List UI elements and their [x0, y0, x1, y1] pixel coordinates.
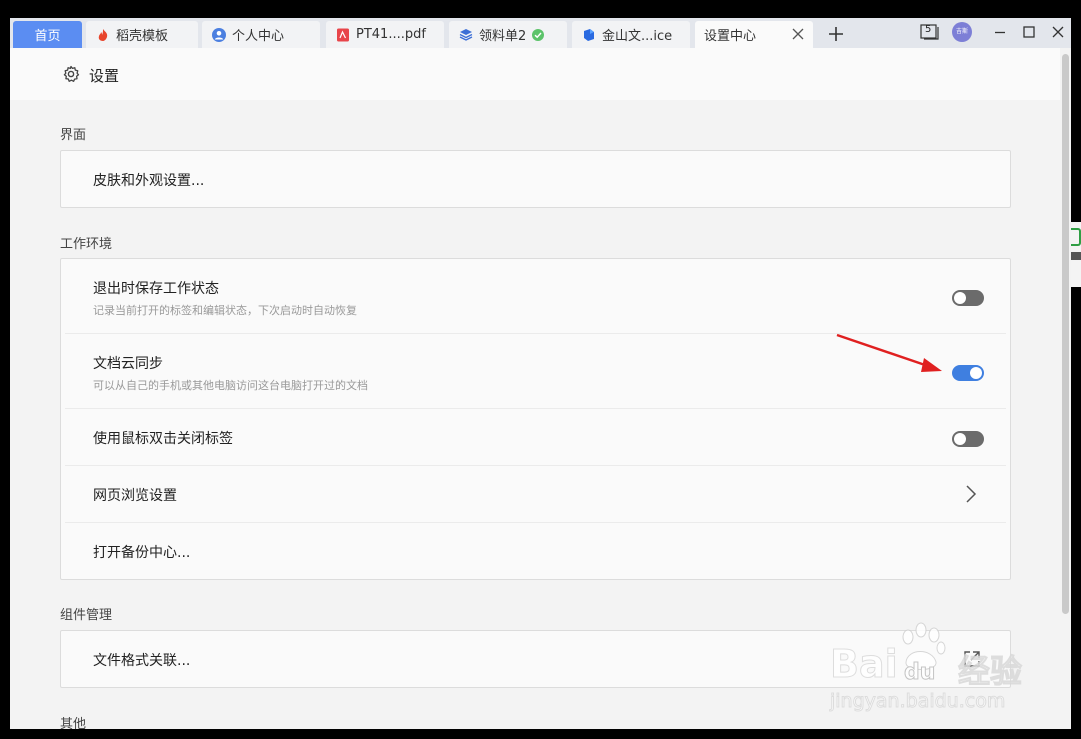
vertical-scrollbar[interactable]: [1060, 48, 1071, 729]
row-cloud-sync: 文档云同步 可以从自己的手机或其他电脑访问这台电脑打开过的文档: [61, 334, 1010, 409]
minimize-icon: [995, 31, 1005, 34]
tab-material-list[interactable]: 领料单2: [449, 21, 567, 48]
settings-header: 设置: [10, 48, 1060, 100]
user-icon: [212, 27, 226, 42]
watermark-brand-right: du: [903, 660, 936, 686]
row-label: 退出时保存工作状态: [93, 281, 219, 297]
tab-label: 设置中心: [704, 29, 757, 44]
kdocs-icon: [582, 28, 596, 42]
close-window-button[interactable]: [1048, 22, 1068, 42]
page-title: 设置: [89, 67, 120, 85]
row-label: 打开备份中心...: [93, 545, 191, 561]
section-label-other: 其他: [60, 717, 87, 732]
section-label-interface: 界面: [60, 128, 87, 143]
tab-label: 金山文...ice: [602, 29, 673, 44]
watermark-brand-cn: 经验: [957, 652, 1023, 691]
tab-pdf[interactable]: PT41....pdf: [326, 21, 444, 48]
row-label: 皮肤和外观设置...: [93, 173, 205, 189]
row-double-click-close: 使用鼠标双击关闭标签: [61, 409, 1010, 466]
avatar-text: 吉斯: [952, 22, 972, 42]
chevron-right-icon: [965, 485, 977, 503]
toggle-knob: [954, 433, 966, 445]
tab-personal-center[interactable]: 个人中心: [202, 21, 320, 48]
tab-label: 稻壳模板: [116, 29, 169, 44]
gear-icon: [62, 65, 80, 83]
maximize-icon: [1023, 26, 1035, 38]
tab-home[interactable]: 首页: [13, 21, 82, 48]
background-window-detail: [1071, 272, 1081, 282]
layers-icon: [459, 28, 473, 42]
watermark-url: jingyan.baidu.com: [829, 690, 1006, 713]
tab-home-label: 首页: [34, 29, 61, 44]
spreadsheet-icon: [1071, 228, 1081, 246]
row-description: 记录当前打开的标签和编辑状态，下次启动时自动恢复: [93, 304, 357, 317]
row-label: 网页浏览设置: [93, 488, 177, 504]
row-label: 文件格式关联...: [93, 653, 191, 669]
row-skin-appearance[interactable]: 皮肤和外观设置...: [61, 151, 1010, 207]
minimize-button[interactable]: [990, 22, 1010, 42]
tab-label: 领料单2: [479, 29, 527, 44]
card-workenv: 退出时保存工作状态 记录当前打开的标签和编辑状态，下次启动时自动恢复 文档云同步…: [60, 258, 1011, 580]
maximize-button[interactable]: [1019, 22, 1039, 42]
section-label-components: 组件管理: [60, 608, 113, 623]
row-backup-center[interactable]: 打开备份中心...: [61, 523, 1010, 579]
tab-label: PT41....pdf: [356, 27, 426, 42]
scrollbar-thumb[interactable]: [1062, 54, 1069, 614]
tab-settings-center[interactable]: 设置中心: [695, 21, 813, 48]
toggle-knob: [954, 292, 966, 304]
avatar[interactable]: 吉斯: [952, 22, 972, 42]
close-tab-icon[interactable]: [791, 27, 805, 41]
card-interface: 皮肤和外观设置...: [60, 150, 1011, 208]
baidu-jingyan-watermark: Bai du 经验 jingyan.baidu.com: [826, 620, 1026, 720]
row-label: 使用鼠标双击关闭标签: [93, 431, 233, 447]
watermark-brand-left: Bai: [830, 642, 899, 687]
close-icon: [1052, 26, 1064, 38]
toggle-save-work-state[interactable]: [952, 290, 984, 306]
toggle-knob: [970, 367, 982, 379]
background-window-detail: [1071, 252, 1081, 260]
row-web-browse-settings[interactable]: 网页浏览设置: [61, 466, 1010, 523]
row-description: 可以从自己的手机或其他电脑访问这台电脑打开过的文档: [93, 379, 368, 392]
cloud-synced-check-icon: [532, 28, 545, 41]
tab-label: 个人中心: [232, 29, 285, 44]
section-label-workenv: 工作环境: [60, 237, 113, 252]
tab-kdocs[interactable]: 金山文...ice: [572, 21, 690, 48]
tab-docer-templates[interactable]: 稻壳模板: [86, 21, 198, 48]
row-save-work-state: 退出时保存工作状态 记录当前打开的标签和编辑状态，下次启动时自动恢复: [61, 259, 1010, 334]
docer-flame-icon: [96, 28, 110, 42]
row-label: 文档云同步: [93, 356, 163, 372]
background-window-edge: [1071, 222, 1081, 287]
pdf-icon: [336, 28, 350, 42]
toggle-double-click-close[interactable]: [952, 431, 984, 447]
tab-count-button[interactable]: 5: [920, 22, 940, 42]
new-tab-button[interactable]: [824, 23, 848, 45]
tab-bar: 首页 稻壳模板 个人中心 PT41....pdf 领料单2 金山文...ice …: [10, 18, 1071, 48]
toggle-cloud-sync[interactable]: [952, 365, 984, 381]
tab-count: 5: [925, 24, 932, 35]
